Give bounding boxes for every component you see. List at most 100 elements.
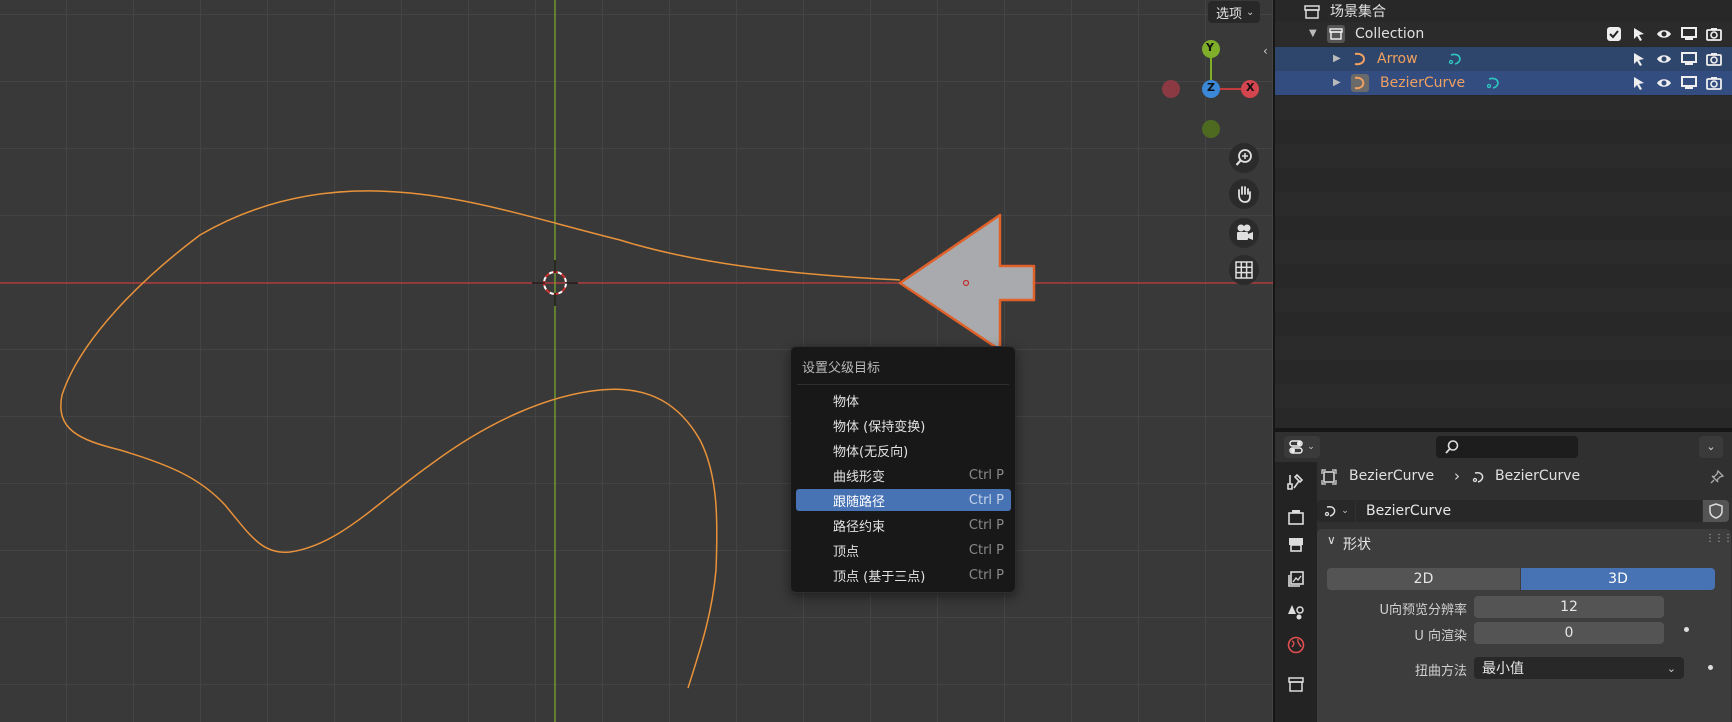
curve-data-icon[interactable] bbox=[1485, 74, 1503, 92]
menu-item-object-without-inverse[interactable]: 物体(无反向) bbox=[796, 439, 1011, 461]
set-parent-menu[interactable]: 设置父级目标 物体 物体 (保持变换) 物体(无反向) 曲线形变 Ctrl P … bbox=[790, 346, 1016, 593]
collection-box-icon bbox=[1288, 677, 1304, 692]
dimensions-3d-button[interactable]: 3D bbox=[1521, 568, 1715, 590]
monitor-icon[interactable] bbox=[1681, 26, 1697, 42]
scene-collection-label: 场景集合 bbox=[1330, 4, 1386, 20]
render-camera-icon[interactable] bbox=[1706, 75, 1722, 91]
outliner-row-collection[interactable]: ▼ Collection bbox=[1275, 22, 1732, 46]
search-icon bbox=[1445, 440, 1459, 454]
header-options-dropdown[interactable]: ⌄ bbox=[1699, 436, 1723, 458]
datablock-name-field[interactable]: BezierCurve bbox=[1356, 500, 1702, 522]
animate-property-dot-icon[interactable] bbox=[1684, 627, 1689, 632]
menu-item-vertex-triangle[interactable]: 顶点 (基于三点) Ctrl P bbox=[796, 564, 1011, 586]
render-camera-icon[interactable] bbox=[1706, 51, 1722, 67]
render-icon bbox=[1288, 510, 1304, 525]
properties-editor-icon bbox=[1289, 440, 1303, 454]
chevron-down-icon: ⌄ bbox=[1307, 442, 1315, 452]
gizmo-x-label[interactable]: X bbox=[1246, 81, 1254, 94]
outliner-row-arrow[interactable]: ▶ Arrow bbox=[1275, 47, 1732, 71]
eye-icon[interactable] bbox=[1656, 75, 1672, 91]
properties-editor[interactable]: ⌄ ⌄ BezierCurve › BezierCurve ⌄ BezierCu… bbox=[1275, 432, 1732, 722]
properties-search-input[interactable] bbox=[1436, 436, 1578, 458]
gizmo-y-label[interactable]: Y bbox=[1206, 41, 1214, 54]
curve-object-icon bbox=[1354, 52, 1365, 66]
u-render-field[interactable]: 0 bbox=[1474, 622, 1664, 644]
menu-item-object-keep-transform[interactable]: 物体 (保持变换) bbox=[796, 414, 1011, 436]
outliner-row-scene-collection[interactable]: 场景集合 bbox=[1275, 0, 1732, 24]
curve-data-icon bbox=[1325, 505, 1336, 517]
tool-wrench-icon bbox=[1287, 473, 1304, 490]
chevron-down-icon: ∨ bbox=[1327, 533, 1336, 547]
curve-datablock-browse[interactable]: ⌄ bbox=[1317, 500, 1355, 522]
tab-tool[interactable] bbox=[1284, 470, 1308, 494]
menu-separator bbox=[797, 384, 1009, 385]
fake-user-button[interactable] bbox=[1703, 500, 1729, 522]
menu-item-vertex[interactable]: 顶点 Ctrl P bbox=[796, 539, 1011, 561]
select-cursor-icon[interactable] bbox=[1631, 75, 1647, 91]
options-label: 选项 bbox=[1216, 6, 1243, 22]
curve-data-icon[interactable] bbox=[1447, 50, 1465, 68]
properties-content: BezierCurve › BezierCurve ⌄ BezierCurve … bbox=[1317, 462, 1732, 722]
select-cursor-icon[interactable] bbox=[1631, 51, 1647, 67]
pin-icon[interactable] bbox=[1709, 469, 1725, 485]
chevron-down-icon: ⌄ bbox=[1666, 661, 1676, 675]
u-preview-resolution-field[interactable]: 12 bbox=[1474, 596, 1664, 618]
beziercurve-label: BezierCurve bbox=[1380, 75, 1466, 91]
twist-method-dropdown[interactable]: 最小值 ⌄ bbox=[1474, 657, 1684, 679]
ortho-toggle-button[interactable] bbox=[1229, 255, 1259, 285]
scene-canvas[interactable] bbox=[0, 0, 1273, 722]
eye-icon[interactable] bbox=[1656, 51, 1672, 67]
3d-viewport[interactable]: Y X Z 选项 ⌄ ‹ 设置父级目标 物体 物体 (保持变换) 物体(无反向)… bbox=[0, 0, 1273, 722]
outliner-empty-row bbox=[1275, 96, 1732, 120]
object-icon bbox=[1321, 469, 1337, 485]
camera-view-button[interactable] bbox=[1229, 218, 1259, 248]
sidebar-toggle-icon[interactable]: ‹ bbox=[1263, 44, 1268, 58]
curve-data-icon bbox=[1472, 471, 1484, 483]
outliner[interactable]: 场景集合 ▼ Collection ▶ Arrow ▶ BezierCurve bbox=[1275, 0, 1732, 428]
breadcrumb-object: BezierCurve bbox=[1349, 468, 1435, 484]
monitor-icon[interactable] bbox=[1681, 51, 1697, 67]
breadcrumb: BezierCurve › BezierCurve bbox=[1317, 462, 1732, 492]
menu-item-curve-deform[interactable]: 曲线形变 Ctrl P bbox=[796, 464, 1011, 486]
collapse-triangle-icon[interactable]: ▼ bbox=[1309, 28, 1317, 39]
monitor-icon[interactable] bbox=[1681, 75, 1697, 91]
printer-icon bbox=[1289, 538, 1303, 552]
world-globe-icon bbox=[1287, 636, 1305, 654]
checkbox-icon[interactable] bbox=[1606, 26, 1622, 42]
shape-panel-header[interactable]: ∨ 形状 ⋮⋮⋮⋮ bbox=[1317, 529, 1732, 557]
zoom-icon bbox=[1235, 149, 1252, 166]
select-cursor-icon[interactable] bbox=[1631, 26, 1647, 42]
menu-title: 设置父级目标 bbox=[802, 361, 881, 376]
tab-world[interactable] bbox=[1284, 633, 1308, 657]
collection-box-icon bbox=[1304, 5, 1320, 19]
chevron-down-icon: ⌄ bbox=[1341, 506, 1349, 516]
twist-method-label: 扭曲方法 bbox=[1414, 664, 1467, 679]
drag-handle-icon[interactable]: ⋮⋮⋮⋮ bbox=[1705, 533, 1732, 544]
bezier-curve bbox=[60, 190, 901, 689]
shield-icon bbox=[1709, 503, 1723, 519]
expand-triangle-icon[interactable]: ▶ bbox=[1333, 77, 1341, 88]
editor-type-selector[interactable]: ⌄ bbox=[1284, 436, 1320, 458]
zoom-button[interactable] bbox=[1229, 143, 1259, 173]
gizmo-z-label[interactable]: Z bbox=[1207, 81, 1215, 94]
animate-property-dot-icon[interactable] bbox=[1708, 665, 1713, 670]
menu-item-object[interactable]: 物体 bbox=[796, 389, 1011, 411]
outliner-row-beziercurve[interactable]: ▶ BezierCurve bbox=[1275, 71, 1732, 95]
eye-icon[interactable] bbox=[1656, 26, 1672, 42]
u-render-label: U 向渲染 bbox=[1414, 629, 1467, 644]
menu-item-follow-path[interactable]: 跟随路径 Ctrl P bbox=[796, 489, 1011, 511]
pan-button[interactable] bbox=[1229, 179, 1259, 209]
tab-view-layer[interactable] bbox=[1284, 567, 1308, 591]
dimensions-2d-button[interactable]: 2D bbox=[1327, 568, 1520, 590]
tab-render[interactable] bbox=[1284, 505, 1308, 529]
datablock-name: BezierCurve bbox=[1366, 503, 1452, 519]
curve-object-icon bbox=[1351, 74, 1369, 92]
expand-triangle-icon[interactable]: ▶ bbox=[1333, 53, 1341, 64]
options-dropdown[interactable]: 选项 ⌄ bbox=[1208, 1, 1261, 23]
tab-collection[interactable] bbox=[1284, 672, 1308, 696]
collection-icon bbox=[1327, 25, 1345, 43]
menu-item-path-constraint[interactable]: 路径约束 Ctrl P bbox=[796, 514, 1011, 536]
render-camera-icon[interactable] bbox=[1706, 26, 1722, 42]
tab-scene[interactable] bbox=[1284, 600, 1308, 624]
tab-output[interactable] bbox=[1284, 532, 1308, 556]
